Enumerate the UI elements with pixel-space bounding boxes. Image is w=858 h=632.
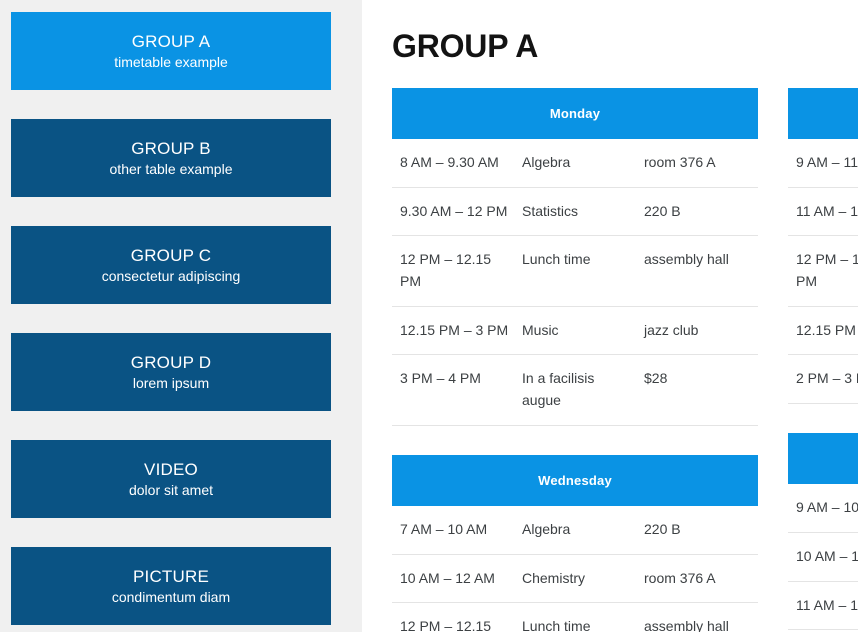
table-row: 12 PM – 12.15 PMLunch timeassembly hall [392, 602, 758, 632]
cell-time: 9.30 AM – 12 PM [392, 187, 514, 237]
sidebar-item-subtitle: consectetur adipiscing [101, 267, 241, 284]
cell-room: 220 B [636, 187, 758, 237]
timetable-day-header: Thursday [788, 433, 858, 485]
cell-time: 11 AM – 12 PM [788, 581, 858, 631]
cell-time: 12.15 PM – 2 PM [788, 306, 858, 356]
sidebar-item-subtitle: timetable example [114, 53, 228, 70]
sidebar-navigation: GROUP A timetable example GROUP B other tab… [0, 0, 362, 632]
table-row: 12 PM – 12.15 PMLunch timeassembly hall [392, 235, 758, 307]
table-row: 12 PM – 12.15 PM [788, 235, 858, 307]
timetable-monday: Monday 8 AM – 9.30 AM Algebra room 376 A 9.3… [392, 88, 758, 426]
cell-room: 220 B [636, 505, 758, 555]
sidebar-item-title: GROUP B [131, 138, 211, 158]
sidebar-item-group-b[interactable]: GROUP B other table example [11, 119, 331, 197]
cell-time: 10 AM – 12 AM [392, 554, 514, 604]
cell-subject: Chemistry [514, 554, 636, 604]
sidebar-item-subtitle: other table example [109, 160, 233, 177]
cell-room: assembly hall [636, 602, 758, 632]
sidebar-item-title: GROUP C [130, 245, 212, 265]
cell-subject: Music [514, 306, 636, 356]
cell-time: 2 PM – 3 PM [788, 354, 858, 405]
cell-time: 12 PM – 12.15 PM [392, 235, 514, 307]
table-row: 10 AM – 11 AM [788, 532, 858, 582]
cell-time: 3 PM – 4 PM [392, 354, 514, 426]
timetable-grid: Monday 8 AM – 9.30 AM Algebra room 376 A 9.3… [392, 88, 858, 632]
cell-time: 12.15 PM – 3 PM [392, 306, 514, 356]
sidebar-item-subtitle: condimentum diam [111, 588, 231, 605]
page-title: GROUP A [392, 28, 539, 64]
sidebar-item-video[interactable]: VIDEO dolor sit amet [11, 440, 331, 518]
timetable-thursday: Thursday9 AM – 10 AM10 AM – 11 AM11 AM –… [788, 433, 858, 631]
timetable-column-left: Monday 8 AM – 9.30 AM Algebra room 376 A 9.3… [392, 88, 758, 632]
cell-subject: Algebra [514, 505, 636, 555]
cell-subject: Algebra [514, 139, 636, 188]
timetable-wednesday: Wednesday 7 AM – 10 AM Algebra 220 B 10 AM –… [392, 454, 758, 632]
cell-room: room 376 A [636, 139, 758, 188]
sidebar-item-title: GROUP D [130, 352, 212, 372]
sidebar-item-title: GROUP A [131, 31, 211, 51]
table-row: 11 AM – 12 PM [788, 581, 858, 631]
cell-time: 12 PM – 12.15 PM [392, 602, 514, 632]
table-row: 12.15 PM – 3 PM Music jazz club [392, 306, 758, 356]
cell-time: 9 AM – 10 AM [788, 484, 858, 533]
table-row: 2 PM – 3 PM [788, 354, 858, 405]
cell-time: 8 AM – 9.30 AM [392, 139, 514, 188]
timetable-column-right: Tuesday9 AM – 11 AM11 AM – 12 PM12 PM – … [788, 88, 858, 632]
timetable-day-header: Monday [392, 88, 758, 139]
sidebar-item-title: PICTURE [132, 566, 210, 586]
sidebar-item-subtitle: lorem ipsum [132, 374, 210, 391]
table-row: 9 AM – 10 AM [788, 484, 858, 533]
cell-room: assembly hall [636, 235, 758, 307]
cell-room: $28 [636, 354, 758, 426]
cell-subject: In a facilisis augue [514, 354, 636, 426]
cell-subject: Lunch time [514, 602, 636, 632]
sidebar-item-group-d[interactable]: GROUP D lorem ipsum [11, 333, 331, 411]
table-row: 9.30 AM – 12 PM Statistics 220 B [392, 187, 758, 237]
table-row: 7 AM – 10 AM Algebra 220 B [392, 505, 758, 555]
table-row: 3 PM – 4 PM In a facilisis augue $28 [392, 354, 758, 426]
cell-time: 11 AM – 12 PM [788, 187, 858, 237]
cell-time: 10 AM – 11 AM [788, 532, 858, 582]
table-row: 11 AM – 12 PM [788, 187, 858, 237]
cell-subject: Statistics [514, 187, 636, 237]
table-row: 12.15 PM – 2 PM [788, 306, 858, 356]
cell-subject: Lunch time [514, 235, 636, 307]
table-row: 8 AM – 9.30 AM Algebra room 376 A [392, 139, 758, 188]
cell-time: 12 PM – 12.15 PM [788, 235, 858, 307]
sidebar-item-subtitle: dolor sit amet [128, 481, 214, 498]
main-content: GROUP A Monday 8 AM – 9.30 AM Algebra room … [362, 0, 858, 632]
timetable-tuesday: Tuesday9 AM – 11 AM11 AM – 12 PM12 PM – … [788, 88, 858, 405]
cell-room: room 376 A [636, 554, 758, 604]
sidebar-item-group-a[interactable]: GROUP A timetable example [11, 12, 331, 90]
cell-time: 7 AM – 10 AM [392, 505, 514, 555]
timetable-day-header: Tuesday [788, 88, 858, 139]
table-row: 9 AM – 11 AM [788, 139, 858, 188]
sidebar-item-title: VIDEO [144, 459, 198, 479]
table-row: 10 AM – 12 AM Chemistry room 376 A [392, 554, 758, 604]
timetable-day-header: Wednesday [392, 454, 758, 506]
sidebar-item-picture[interactable]: PICTURE condimentum diam [11, 547, 331, 625]
cell-time: 9 AM – 11 AM [788, 139, 858, 188]
sidebar-item-group-c[interactable]: GROUP C consectetur adipiscing [11, 226, 331, 304]
cell-room: jazz club [636, 306, 758, 356]
